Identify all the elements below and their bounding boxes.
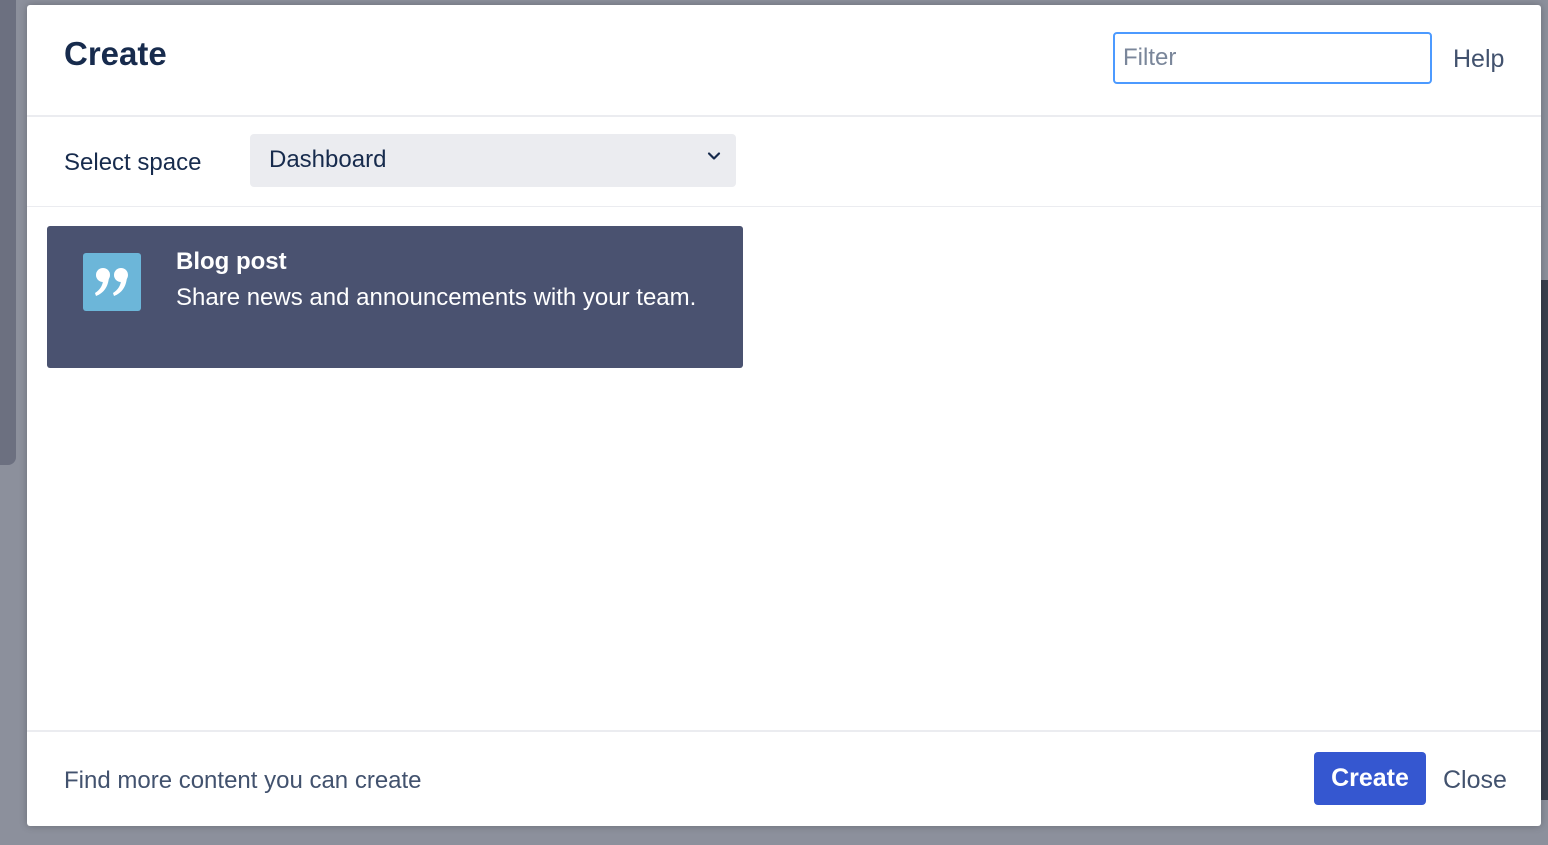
quote-icon xyxy=(83,253,141,311)
select-space-label: Select space xyxy=(64,149,202,176)
space-select-value: Dashboard xyxy=(269,146,387,173)
find-more-content-link[interactable]: Find more content you can create xyxy=(64,767,422,795)
close-button[interactable]: Close xyxy=(1443,766,1507,795)
template-tile-blog-post[interactable]: Blog post Share news and announcements w… xyxy=(47,226,743,368)
create-button[interactable]: Create xyxy=(1314,752,1426,805)
chevron-down-icon xyxy=(707,152,721,160)
create-dialog: Create Help Select space Dashboard Blog … xyxy=(27,5,1541,826)
dialog-footer: Find more content you can create Create … xyxy=(27,730,1541,828)
template-name: Blog post xyxy=(176,248,287,275)
background-scrollbar xyxy=(0,0,16,465)
dialog-header: Create Help xyxy=(27,5,1541,117)
filter-input[interactable] xyxy=(1113,32,1432,84)
background-edge xyxy=(1540,280,1548,800)
template-description: Share news and announcements with your t… xyxy=(176,284,697,311)
help-link[interactable]: Help xyxy=(1453,45,1504,74)
space-selector-row: Select space Dashboard xyxy=(27,117,1541,207)
space-select[interactable]: Dashboard xyxy=(250,134,736,187)
dialog-title: Create xyxy=(64,35,167,72)
